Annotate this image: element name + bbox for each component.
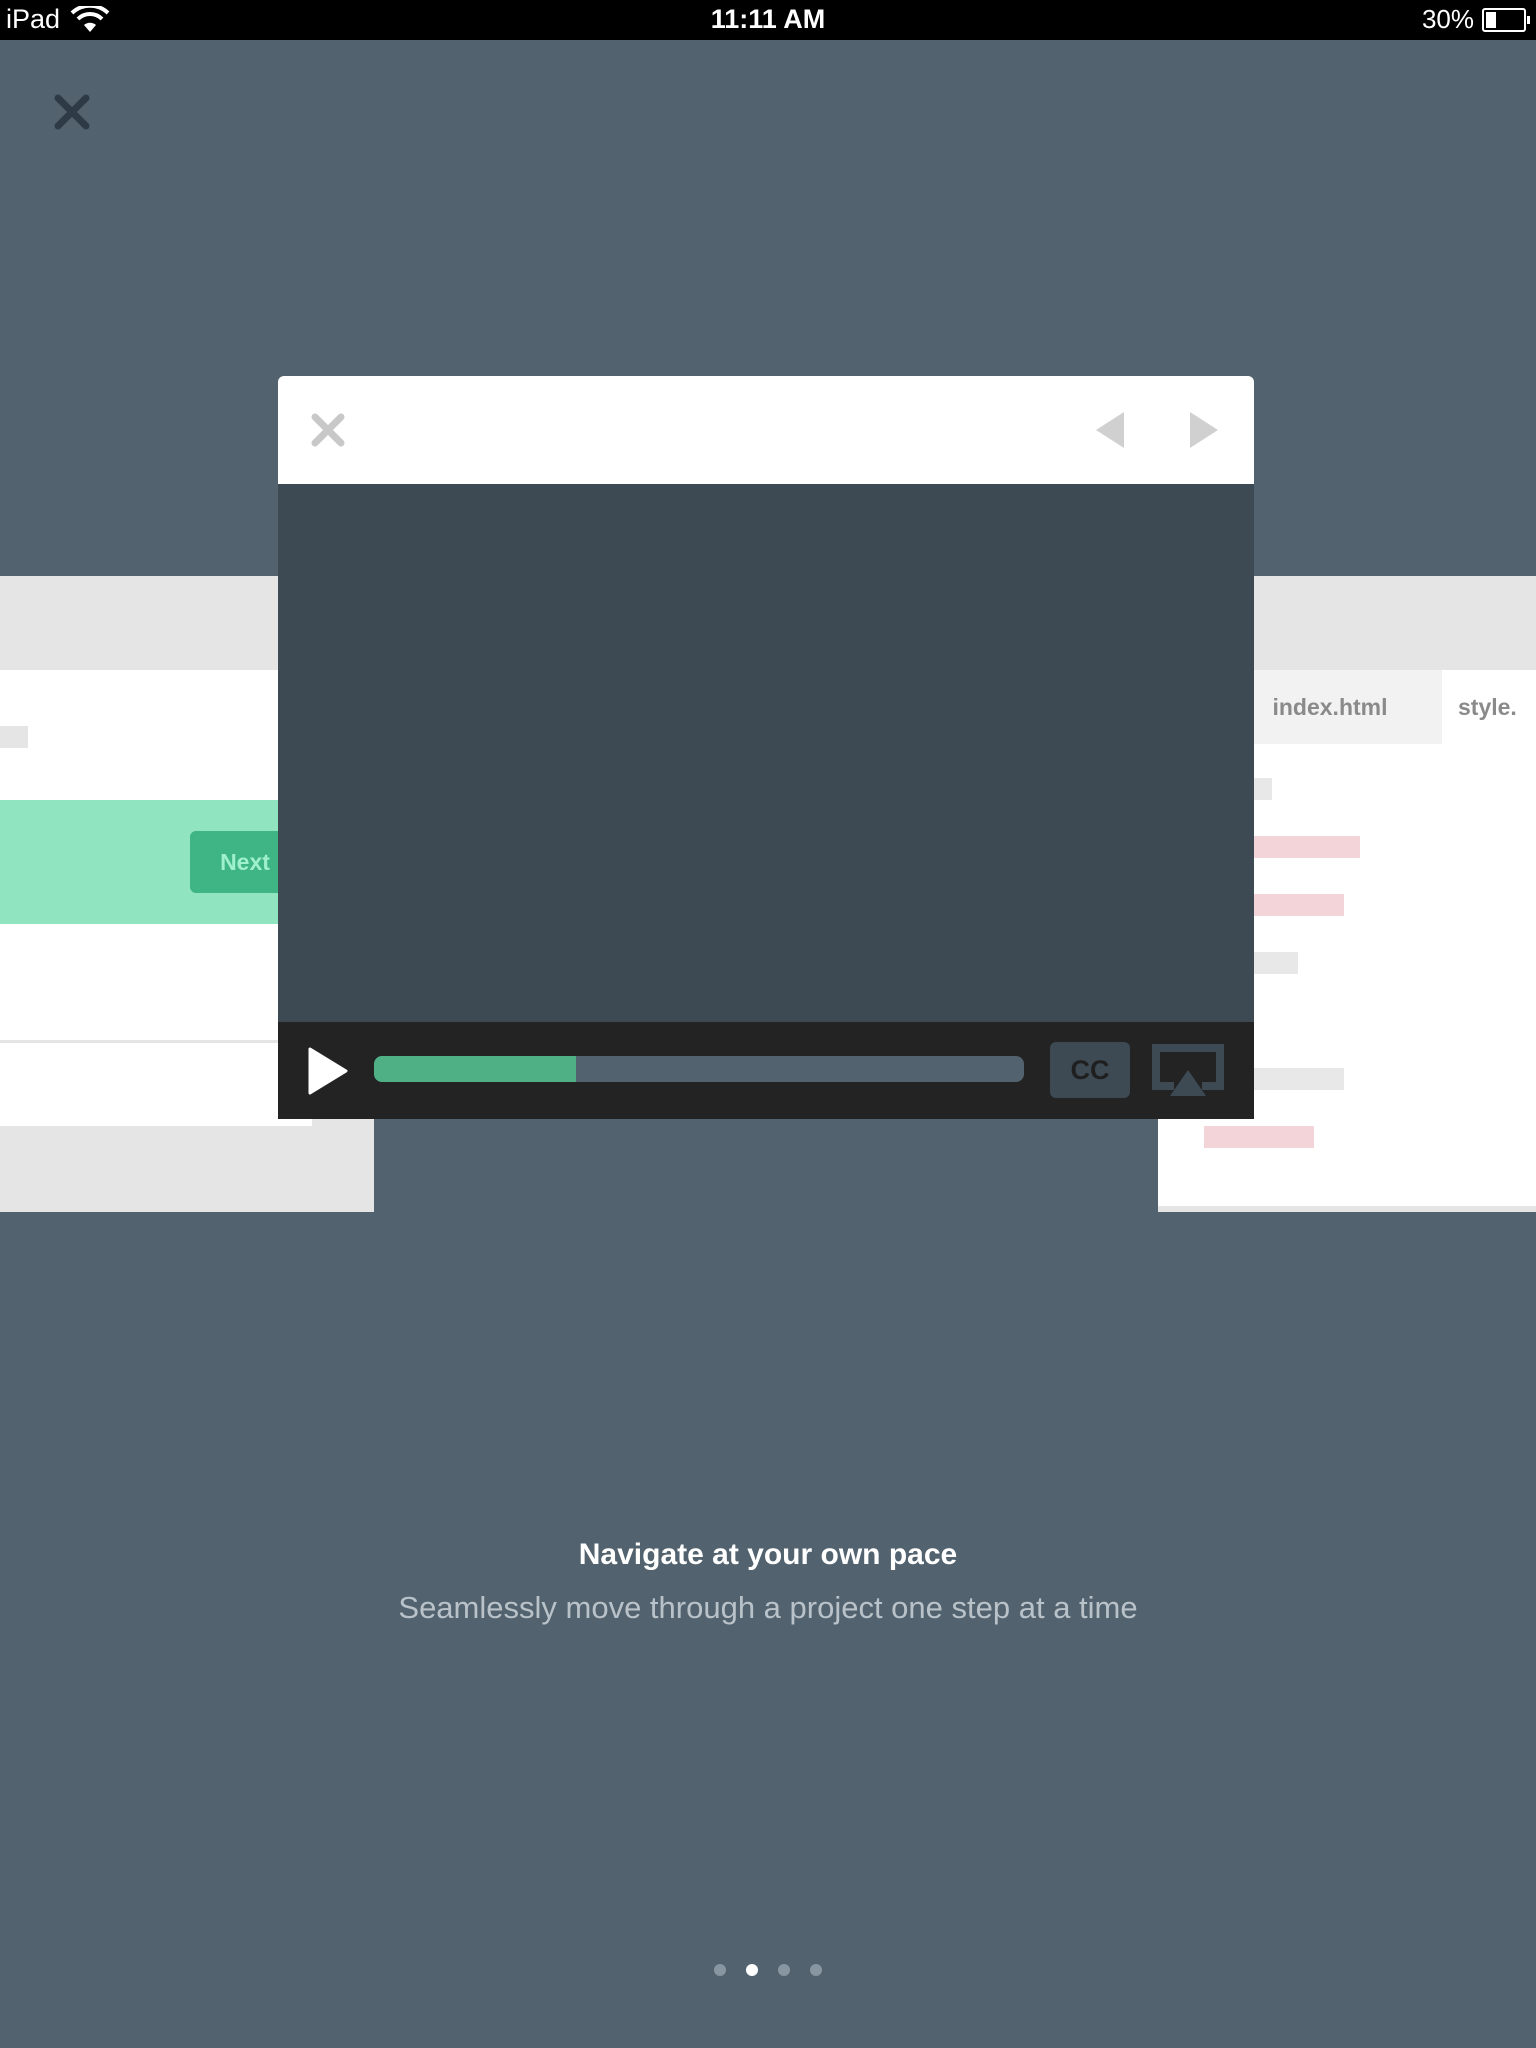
status-left: iPad [6,4,110,35]
divider [0,1040,312,1043]
page-dot[interactable] [714,1964,726,1976]
modal-header [278,376,1254,484]
preview-tab-style: style. [1442,670,1536,744]
battery-percent: 30% [1421,4,1474,34]
status-bar: iPad 11:11 AM 30% [0,0,1536,40]
page-indicator[interactable] [0,1964,1536,1976]
airplay-icon[interactable] [1150,1042,1226,1102]
arrow-left-icon[interactable] [1092,410,1132,450]
close-icon[interactable] [308,410,348,450]
slide-title: Navigate at your own pace [578,1538,958,1571]
status-right: 30% [1421,4,1530,35]
placeholder-bar [0,726,28,748]
page-dot[interactable] [778,1964,790,1976]
player-controls: CC [278,1022,1254,1119]
wifi-icon [70,5,110,32]
arrow-right-icon[interactable] [1182,410,1222,450]
battery-fill [1486,11,1496,28]
play-icon[interactable] [306,1046,348,1096]
video-area[interactable] [278,484,1254,1022]
progress-fill [374,1056,576,1082]
status-time: 11:11 AM [710,4,826,34]
page-dot[interactable] [746,1964,758,1976]
code-line [1204,1126,1314,1148]
carrier-label: iPad [6,4,61,34]
cc-button[interactable]: CC [1050,1042,1130,1098]
page-dot[interactable] [810,1964,822,1976]
video-modal: CC [278,376,1254,1119]
slide-subtitle: Seamlessly move through a project one st… [398,1590,1138,1625]
progress-bar[interactable] [374,1056,1024,1082]
battery-icon [1482,7,1530,32]
close-icon[interactable] [52,92,92,132]
